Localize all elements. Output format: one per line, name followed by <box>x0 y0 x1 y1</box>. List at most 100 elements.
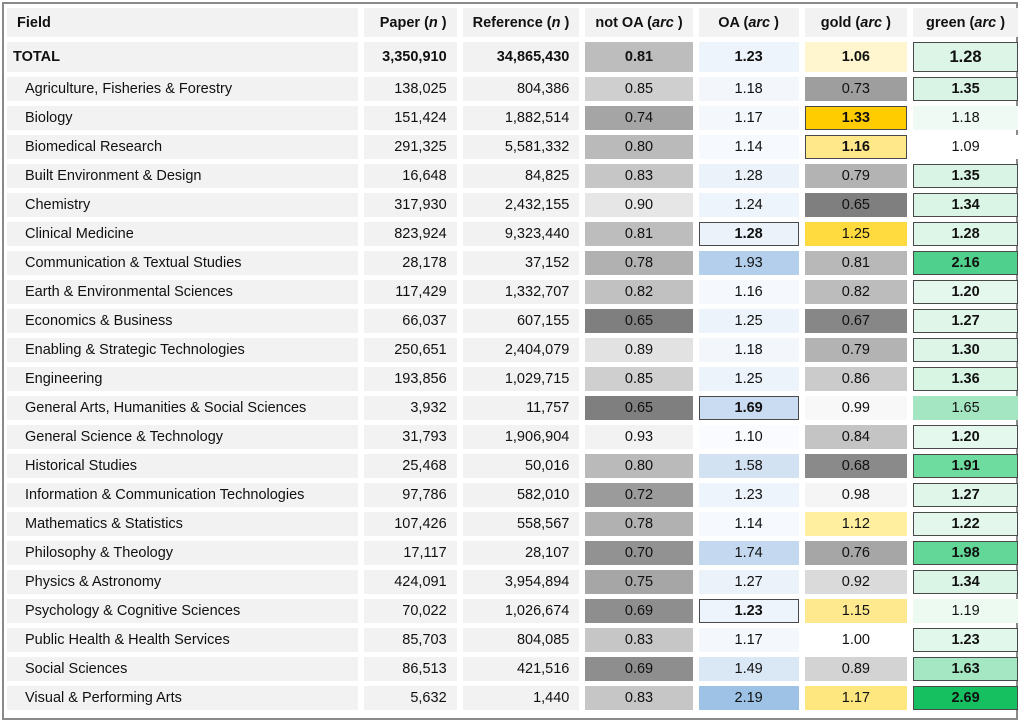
not-oa-arc-cell: 0.83 <box>585 686 693 710</box>
paper-count-cell: 317,930 <box>363 193 457 217</box>
not-oa-arc-cell: 0.81 <box>585 222 693 246</box>
field-cell: Clinical Medicine <box>7 222 358 246</box>
table-row: Visual & Performing Arts 5,632 1,440 0.83 2.… <box>7 686 1018 710</box>
green-arc-cell: 1.27 <box>913 309 1018 333</box>
gold-arc-cell: 0.73 <box>804 77 908 101</box>
not-oa-arc-cell: 0.90 <box>585 193 693 217</box>
oa-arc-cell: 1.93 <box>698 251 799 275</box>
reference-count-cell: 421,516 <box>462 657 580 681</box>
not-oa-arc-cell: 0.70 <box>585 541 693 565</box>
reference-count-cell: 28,107 <box>462 541 580 565</box>
gold-arc-cell: 1.06 <box>804 42 908 72</box>
table-row: General Arts, Humanities & Social Scienc… <box>7 396 1018 420</box>
field-cell: Biology <box>7 106 358 130</box>
paper-count-cell: 138,025 <box>363 77 457 101</box>
oa-arc-cell: 1.23 <box>698 599 799 623</box>
reference-count-cell: 34,865,430 <box>462 42 580 72</box>
paper-count-cell: 3,932 <box>363 396 457 420</box>
green-arc-cell: 1.27 <box>913 483 1018 507</box>
total-row: TOTAL 3,350,910 34,865,430 0.81 1.23 1.06 1.28 <box>7 42 1018 72</box>
green-arc-cell: 1.20 <box>913 425 1018 449</box>
green-arc-cell: 1.18 <box>913 106 1018 130</box>
reference-count-cell: 804,085 <box>462 628 580 652</box>
reference-count-cell: 1,026,674 <box>462 599 580 623</box>
gold-arc-cell: 1.16 <box>804 135 908 159</box>
field-cell: Visual & Performing Arts <box>7 686 358 710</box>
oa-arc-cell: 1.58 <box>698 454 799 478</box>
paper-count-cell: 117,429 <box>363 280 457 304</box>
not-oa-arc-cell: 0.65 <box>585 396 693 420</box>
paper-count-cell: 16,648 <box>363 164 457 188</box>
green-arc-cell: 2.69 <box>913 686 1018 710</box>
oa-arc-cell: 1.28 <box>698 164 799 188</box>
not-oa-arc-cell: 0.75 <box>585 570 693 594</box>
paper-count-cell: 193,856 <box>363 367 457 391</box>
paper-count-cell: 70,022 <box>363 599 457 623</box>
field-cell: Economics & Business <box>7 309 358 333</box>
green-arc-cell: 1.98 <box>913 541 1018 565</box>
green-arc-cell: 1.35 <box>913 77 1018 101</box>
paper-count-cell: 25,468 <box>363 454 457 478</box>
reference-count-cell: 607,155 <box>462 309 580 333</box>
gold-arc-cell: 0.79 <box>804 164 908 188</box>
paper-count-cell: 107,426 <box>363 512 457 536</box>
reference-count-cell: 50,016 <box>462 454 580 478</box>
table-row: Earth & Environmental Sciences 117,429 1,3… <box>7 280 1018 304</box>
oa-arc-cell: 1.23 <box>698 483 799 507</box>
gold-arc-cell: 0.68 <box>804 454 908 478</box>
paper-count-cell: 291,325 <box>363 135 457 159</box>
oa-arc-cell: 1.14 <box>698 135 799 159</box>
table-row: Public Health & Health Services 85,703 804… <box>7 628 1018 652</box>
not-oa-arc-cell: 0.74 <box>585 106 693 130</box>
not-oa-arc-cell: 0.89 <box>585 338 693 362</box>
gold-arc-cell: 1.33 <box>804 106 908 130</box>
field-cell: Information & Communication Technologies <box>7 483 358 507</box>
table-row: Social Sciences 86,513 421,516 0.69 1.49 0.89… <box>7 657 1018 681</box>
field-cell: Psychology & Cognitive Sciences <box>7 599 358 623</box>
green-arc-cell: 1.23 <box>913 628 1018 652</box>
reference-count-cell: 2,432,155 <box>462 193 580 217</box>
paper-count-cell: 66,037 <box>363 309 457 333</box>
green-arc-cell: 1.09 <box>913 135 1018 159</box>
not-oa-arc-cell: 0.85 <box>585 77 693 101</box>
field-cell: Public Health & Health Services <box>7 628 358 652</box>
table-row: Communication & Textual Studies 28,178 37,… <box>7 251 1018 275</box>
green-arc-cell: 1.30 <box>913 338 1018 362</box>
oa-arc-cell: 1.23 <box>698 42 799 72</box>
gold-arc-cell: 1.15 <box>804 599 908 623</box>
gold-arc-cell: 0.76 <box>804 541 908 565</box>
header-green: green (arc ) <box>913 8 1018 37</box>
gold-arc-cell: 0.86 <box>804 367 908 391</box>
paper-count-cell: 151,424 <box>363 106 457 130</box>
green-arc-cell: 1.63 <box>913 657 1018 681</box>
table-row: Psychology & Cognitive Sciences 70,022 1,0… <box>7 599 1018 623</box>
green-arc-cell: 1.20 <box>913 280 1018 304</box>
gold-arc-cell: 0.92 <box>804 570 908 594</box>
oa-arc-cell: 1.10 <box>698 425 799 449</box>
field-cell: Engineering <box>7 367 358 391</box>
reference-count-cell: 9,323,440 <box>462 222 580 246</box>
header-not-oa: not OA (arc ) <box>585 8 693 37</box>
paper-count-cell: 86,513 <box>363 657 457 681</box>
gold-arc-cell: 1.00 <box>804 628 908 652</box>
oa-arc-cell: 1.27 <box>698 570 799 594</box>
not-oa-arc-cell: 0.72 <box>585 483 693 507</box>
green-arc-cell: 1.28 <box>913 42 1018 72</box>
field-cell: Communication & Textual Studies <box>7 251 358 275</box>
green-arc-cell: 1.22 <box>913 512 1018 536</box>
green-arc-cell: 2.16 <box>913 251 1018 275</box>
table-row: Clinical Medicine 823,924 9,323,440 0.81 1.2… <box>7 222 1018 246</box>
paper-count-cell: 250,651 <box>363 338 457 362</box>
table-row: Built Environment & Design 16,648 84,825 0.… <box>7 164 1018 188</box>
reference-count-cell: 84,825 <box>462 164 580 188</box>
table-row: Chemistry 317,930 2,432,155 0.90 1.24 0.65 1.3… <box>7 193 1018 217</box>
not-oa-arc-cell: 0.80 <box>585 135 693 159</box>
reference-count-cell: 37,152 <box>462 251 580 275</box>
paper-count-cell: 5,632 <box>363 686 457 710</box>
table-row: Philosophy & Theology 17,117 28,107 0.70 1.7… <box>7 541 1018 565</box>
paper-count-cell: 3,350,910 <box>363 42 457 72</box>
oa-arc-cell: 1.25 <box>698 309 799 333</box>
not-oa-arc-cell: 0.65 <box>585 309 693 333</box>
gold-arc-cell: 0.79 <box>804 338 908 362</box>
paper-count-cell: 424,091 <box>363 570 457 594</box>
